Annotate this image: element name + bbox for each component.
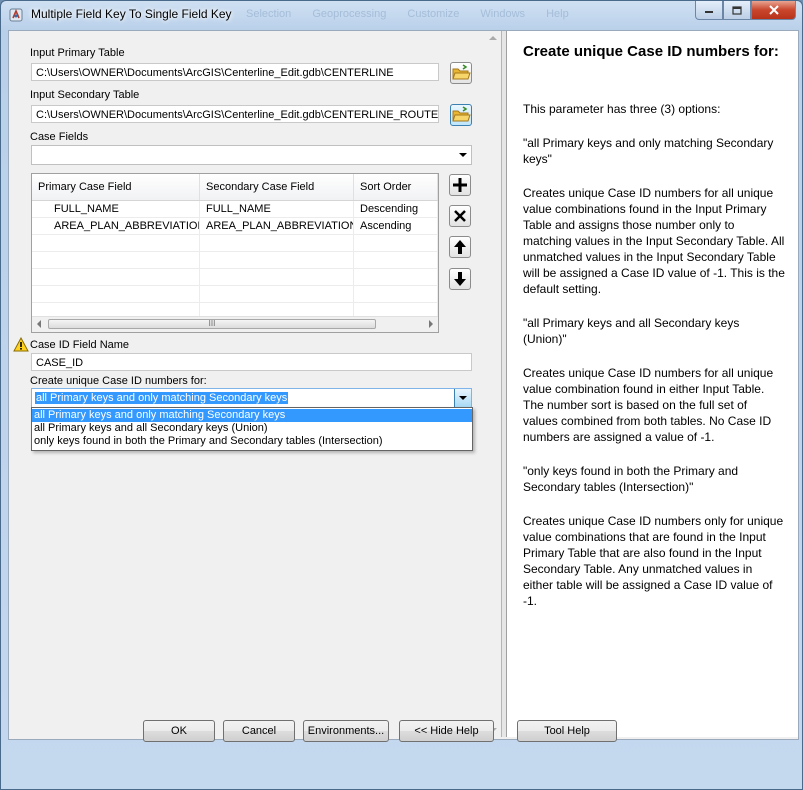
primary-case-field-cell[interactable]: AREA_PLAN_ABBREVIATION	[32, 218, 200, 235]
sort-order-cell[interactable]: Descending	[354, 201, 438, 218]
secondary-table-label: Input Secondary Table	[30, 89, 140, 101]
parameters-pane: Input Primary Table C:\Users\OWNER\Docum…	[9, 31, 499, 737]
table-row[interactable]: FULL_NAME FULL_NAME Descending	[32, 201, 438, 218]
minimize-button[interactable]	[695, 1, 723, 20]
primary-table-input[interactable]: C:\Users\OWNER\Documents\ArcGIS\Centerli…	[31, 63, 439, 81]
folder-open-icon	[452, 106, 471, 122]
dialog-client-area: Input Primary Table C:\Users\OWNER\Docum…	[8, 30, 799, 740]
table-row[interactable]: AREA_PLAN_ABBREVIATION AREA_PLAN_ABBREVI…	[32, 218, 438, 235]
add-row-button[interactable]	[449, 174, 471, 196]
cancel-button[interactable]: Cancel	[223, 720, 295, 742]
help-paragraph: Creates unique Case ID numbers for all u…	[523, 186, 785, 296]
case-fields-table: Primary Case Field Secondary Case Field …	[31, 173, 439, 333]
title-bar[interactable]: Multiple Field Key To Single Field Key S…	[1, 1, 802, 29]
column-header-secondary[interactable]: Secondary Case Field	[200, 174, 354, 200]
plus-icon	[453, 178, 467, 192]
window-title: Multiple Field Key To Single Field Key	[31, 7, 232, 21]
help-paragraph: "all Primary keys and only matching Seco…	[523, 136, 774, 166]
table-row[interactable]	[32, 286, 438, 303]
sort-order-cell[interactable]: Ascending	[354, 218, 438, 235]
ok-button[interactable]: OK	[143, 720, 215, 742]
parameters-vertical-scrollbar[interactable]	[486, 31, 500, 737]
create-case-id-label: Create unique Case ID numbers for:	[30, 375, 207, 387]
help-paragraph: Creates unique Case ID numbers only for …	[523, 514, 784, 608]
table-header: Primary Case Field Secondary Case Field …	[32, 174, 438, 201]
secondary-case-field-cell[interactable]: AREA_PLAN_ABBREVIATION	[200, 218, 354, 235]
table-row[interactable]	[32, 252, 438, 269]
primary-table-label: Input Primary Table	[30, 47, 125, 59]
scroll-up-icon[interactable]	[489, 36, 497, 40]
secondary-table-input[interactable]: C:\Users\OWNER\Documents\ArcGIS\Centerli…	[31, 105, 439, 123]
window-controls	[695, 1, 796, 20]
dropdown-option[interactable]: all Primary keys and all Secondary keys …	[32, 422, 472, 435]
dropdown-button[interactable]	[454, 389, 471, 407]
create-case-id-options-list: all Primary keys and only matching Secon…	[31, 407, 473, 451]
case-fields-label: Case Fields	[30, 131, 89, 143]
background-menu-item: Customize	[407, 8, 460, 20]
background-menu-bar: Selection Geoprocessing Customize Window…	[246, 8, 587, 20]
column-header-sort[interactable]: Sort Order	[354, 174, 438, 200]
case-id-field-label: Case ID Field Name	[30, 339, 130, 351]
column-header-primary[interactable]: Primary Case Field	[32, 174, 200, 200]
arrow-down-icon	[454, 272, 466, 286]
create-case-id-dropdown[interactable]: all Primary keys and only matching Secon…	[31, 388, 472, 408]
move-down-button[interactable]	[449, 268, 471, 290]
browse-primary-button[interactable]	[450, 62, 472, 84]
dropdown-option[interactable]: all Primary keys and only matching Secon…	[32, 409, 472, 422]
hide-help-button[interactable]: << Hide Help	[399, 720, 494, 742]
case-id-field-input[interactable]: CASE_ID	[31, 353, 472, 371]
close-button[interactable]	[751, 1, 796, 20]
background-menu-item: Geoprocessing	[312, 8, 387, 20]
background-menu-item: Windows	[480, 8, 526, 20]
tool-help-button[interactable]: Tool Help	[517, 720, 617, 742]
help-paragraph: "all Primary keys and all Secondary keys…	[523, 316, 740, 346]
chevron-down-icon	[459, 396, 467, 400]
x-icon	[454, 210, 466, 222]
scroll-left-icon[interactable]	[37, 320, 41, 328]
minimize-icon	[705, 11, 713, 13]
close-icon	[768, 5, 779, 15]
background-menu-item: Selection	[246, 8, 292, 20]
geoprocessing-tool-icon	[9, 8, 23, 22]
move-up-button[interactable]	[449, 236, 471, 258]
help-pane: Create unique Case ID numbers for: This …	[506, 31, 798, 737]
help-paragraph: This parameter has three (3) options:	[523, 102, 721, 116]
chevron-down-icon	[459, 153, 467, 157]
help-paragraph: Creates unique Case ID numbers for all u…	[523, 366, 774, 444]
maximize-button[interactable]	[723, 1, 751, 20]
tool-dialog-window: Multiple Field Key To Single Field Key S…	[0, 0, 803, 790]
help-title: Create unique Case ID numbers for:	[523, 43, 779, 60]
warning-icon	[13, 337, 29, 352]
background-menu-item: Help	[546, 8, 569, 20]
table-horizontal-scrollbar[interactable]: III	[32, 316, 438, 332]
folder-open-icon	[452, 64, 471, 80]
browse-secondary-button[interactable]	[450, 104, 472, 126]
scroll-right-icon[interactable]	[429, 320, 433, 328]
primary-case-field-cell[interactable]: FULL_NAME	[32, 201, 200, 218]
environments-button[interactable]: Environments...	[303, 720, 389, 742]
scrollbar-thumb[interactable]: III	[48, 319, 376, 329]
arrow-up-icon	[454, 240, 466, 254]
dropdown-option[interactable]: only keys found in both the Primary and …	[32, 435, 472, 448]
remove-row-button[interactable]	[449, 205, 471, 227]
help-body: This parameter has three (3) options: "a…	[523, 101, 785, 627]
create-case-id-selected: all Primary keys and only matching Secon…	[35, 392, 289, 404]
table-row[interactable]	[32, 235, 438, 252]
maximize-icon	[732, 5, 742, 15]
table-row[interactable]	[32, 269, 438, 286]
case-fields-dropdown[interactable]	[31, 145, 472, 165]
secondary-case-field-cell[interactable]: FULL_NAME	[200, 201, 354, 218]
help-paragraph: "only keys found in both the Primary and…	[523, 464, 739, 494]
